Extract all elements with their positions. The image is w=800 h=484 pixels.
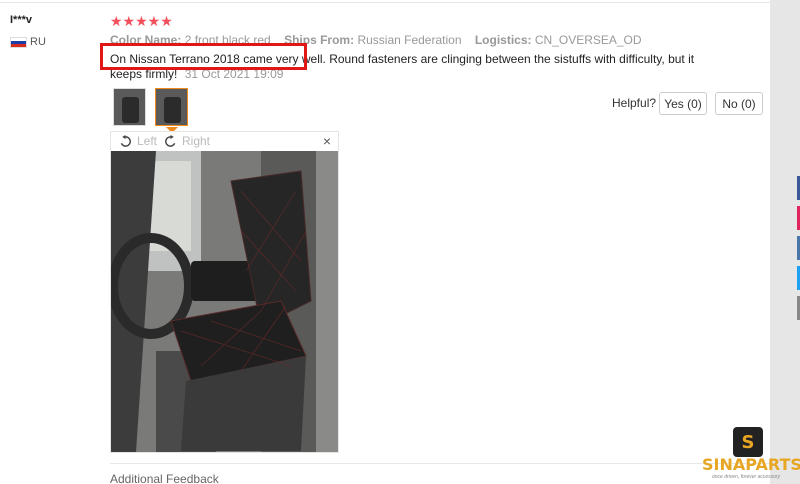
reviewer-country: RU: [10, 36, 46, 48]
rotate-left-icon: [120, 134, 131, 147]
car-seat-photo: [111, 151, 338, 452]
viewer-toolbar: Left Right ×: [111, 132, 338, 151]
photo-viewer: Left Right ×: [110, 131, 339, 453]
helpful-no-button[interactable]: No (0): [715, 92, 763, 115]
top-divider: [0, 2, 770, 3]
rotate-right-button[interactable]: Right: [164, 134, 210, 148]
highlight-annotation-box: [100, 43, 307, 70]
rotate-left-label: Left: [137, 134, 158, 148]
reviewer-name: I***v: [10, 14, 33, 26]
section-divider: [110, 463, 770, 464]
review-photo: [111, 151, 338, 452]
ships-from-value: Russian Federation: [357, 33, 462, 47]
close-viewer-icon[interactable]: ×: [323, 133, 331, 149]
brand-tagline: once driven, forever accessory: [712, 474, 781, 480]
brand-watermark: SINAPARTS: [702, 455, 800, 474]
right-scroll-area: [770, 0, 800, 484]
rotate-left-button[interactable]: Left: [119, 134, 157, 148]
helpful-yes-button[interactable]: Yes (0): [659, 92, 707, 115]
russia-flag-icon: [10, 36, 27, 48]
helpful-label: Helpful?: [612, 96, 657, 110]
rotate-right-label: Right: [182, 134, 211, 148]
additional-feedback-heading: Additional Feedback: [110, 472, 219, 484]
logo-letter: S: [741, 431, 755, 453]
review-photo-thumbnail-1[interactable]: [113, 88, 146, 126]
rating-stars: ★★★★★: [110, 13, 173, 29]
logistics-label: Logistics:: [474, 33, 532, 47]
logistics-value: CN_OVERSEA_OD: [534, 33, 642, 47]
country-code: RU: [30, 36, 46, 48]
rotate-right-icon: [165, 134, 176, 147]
review-photo-thumbnail-2[interactable]: [155, 88, 188, 126]
sinaparts-logo-icon: S: [733, 427, 763, 457]
